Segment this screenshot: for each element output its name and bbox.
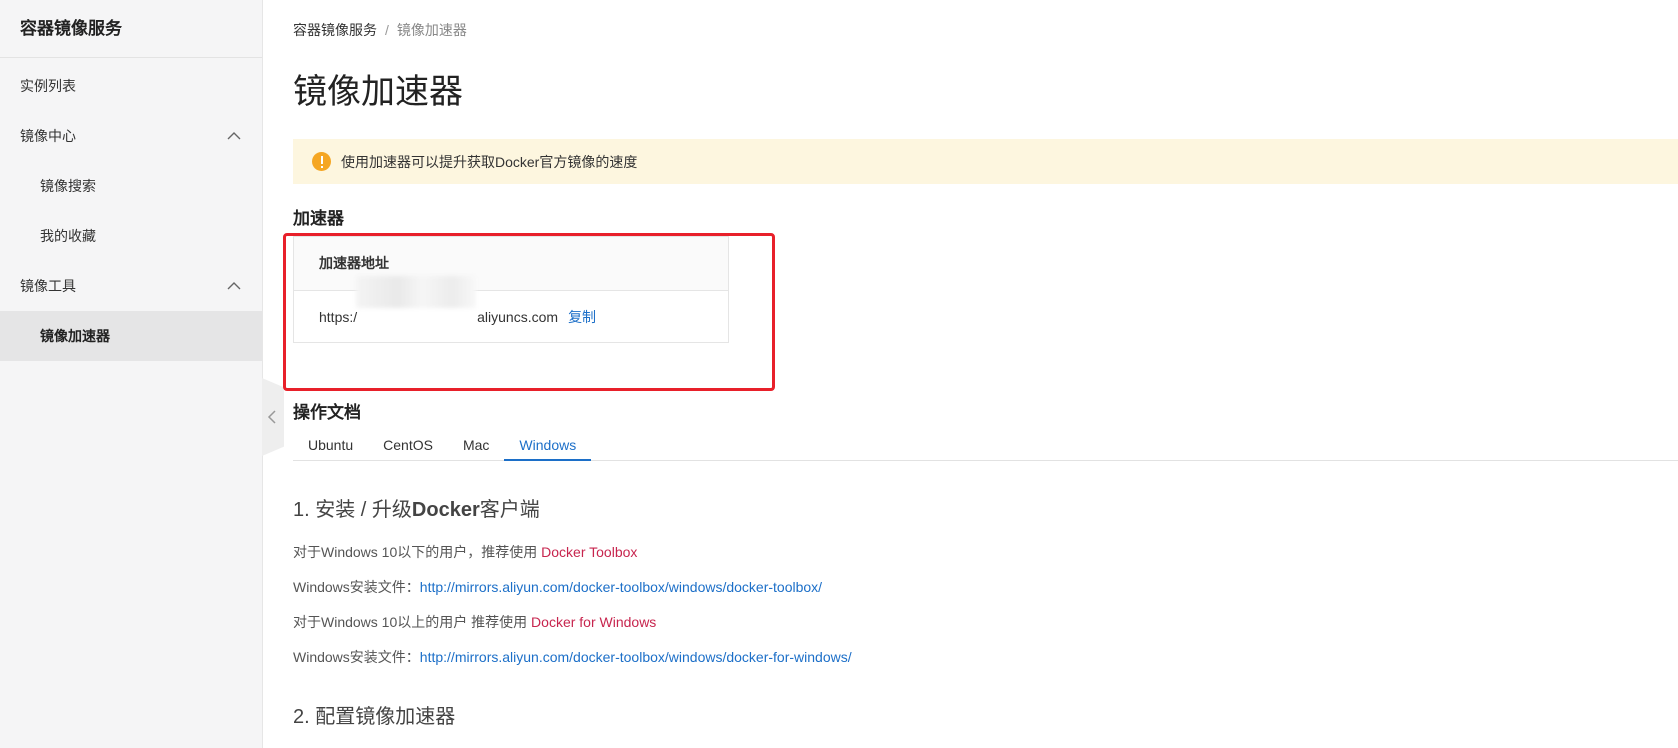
step1-text-b: Docker — [411, 499, 480, 521]
chevron-up-icon — [227, 282, 241, 290]
tab-ubuntu[interactable]: Ubuntu — [293, 430, 368, 461]
doc-line-text: Windows安装文件： — [293, 649, 420, 665]
tab-mac[interactable]: Mac — [448, 430, 504, 461]
accelerator-url-suffix: aliyuncs.com — [477, 309, 559, 325]
breadcrumb-root[interactable]: 容器镜像服务 — [293, 22, 377, 38]
sidebar-item-label: 实例列表 — [20, 78, 76, 94]
copy-button[interactable]: 复制 — [568, 309, 596, 325]
step1-heading: 1. 安装 / 升级Docker客户端 — [293, 493, 540, 522]
step1-number: 1. — [293, 499, 316, 521]
alert-text: 使用加速器可以提升获取Docker官方镜像的速度 — [341, 153, 638, 170]
tab-windows[interactable]: Windows — [504, 430, 592, 461]
sidebar-item-label: 镜像工具 — [20, 278, 76, 294]
tab-centos[interactable]: CentOS — [368, 430, 448, 461]
doc-line-text: 对于Windows 10以下的用户，推荐使用 — [293, 544, 542, 560]
docs-section-title: 操作文档 — [293, 403, 361, 422]
accelerator-url: https:/ aliyuncs.com — [319, 276, 559, 344]
breadcrumb-current: 镜像加速器 — [396, 22, 467, 38]
sidebar-item-image-search[interactable]: 镜像搜索 — [0, 161, 262, 211]
sidebar-item-image-tools[interactable]: 镜像工具 — [0, 261, 262, 311]
docs-tabs: Ubuntu CentOS Mac Windows — [293, 430, 1678, 461]
sidebar-item-my-favorites[interactable]: 我的收藏 — [0, 211, 262, 261]
redaction-mask — [356, 276, 476, 308]
accelerator-section-title: 加速器 — [293, 209, 344, 228]
doc-line: 对于Windows 10以下的用户，推荐使用 Docker Toolbox — [293, 542, 637, 562]
doc-line: Windows安装文件：http://mirrors.aliyun.com/do… — [293, 577, 822, 597]
breadcrumb: 容器镜像服务 / 镜像加速器 — [293, 20, 467, 40]
sidebar-item-image-accelerator[interactable]: 镜像加速器 — [0, 311, 262, 361]
sidebar-item-label: 镜像中心 — [20, 128, 76, 144]
main-content: 容器镜像服务 / 镜像加速器 镜像加速器 使用加速器可以提升获取Docker官方镜像… — [283, 0, 1678, 748]
sidebar-item-label: 我的收藏 — [40, 228, 96, 244]
sidebar-item-instance-list[interactable]: 实例列表 — [0, 61, 262, 111]
info-alert: 使用加速器可以提升获取Docker官方镜像的速度 — [293, 139, 1678, 184]
sidebar-collapse-handle[interactable] — [262, 378, 284, 456]
step2-number: 2. — [293, 706, 316, 728]
accelerator-url-prefix: https:/ — [319, 309, 358, 325]
warning-icon — [312, 152, 331, 171]
doc-line: Windows安装文件：http://mirrors.aliyun.com/do… — [293, 647, 852, 667]
step2-heading: 2. 配置镜像加速器 — [293, 700, 455, 729]
chevron-up-icon — [227, 132, 241, 140]
sidebar: 容器镜像服务 实例列表 镜像中心 镜像搜索 我的收藏 镜像工具 镜像加速器 — [0, 0, 263, 748]
step2-text: 配置镜像加速器 — [315, 706, 456, 728]
chevron-left-icon — [267, 410, 276, 424]
sidebar-item-image-center[interactable]: 镜像中心 — [0, 111, 262, 161]
docker-for-windows-download-link[interactable]: http://mirrors.aliyun.com/docker-toolbox… — [420, 649, 852, 665]
doc-line-text: Windows安装文件： — [293, 579, 420, 595]
sidebar-item-label: 镜像加速器 — [40, 328, 110, 344]
docker-for-windows-link[interactable]: Docker for Windows — [531, 614, 656, 630]
breadcrumb-separator: / — [385, 22, 389, 38]
page-title: 镜像加速器 — [293, 73, 463, 111]
doc-line: 对于Windows 10以上的用户 推荐使用 Docker for Window… — [293, 612, 656, 632]
accelerator-table: 加速器地址 https:/aliyuncs.com 复制 — [293, 236, 729, 343]
step1-text-c: 客户端 — [479, 499, 540, 521]
docker-toolbox-download-link[interactable]: http://mirrors.aliyun.com/docker-toolbox… — [420, 579, 822, 595]
sidebar-title: 容器镜像服务 — [0, 0, 262, 58]
sidebar-item-label: 镜像搜索 — [40, 178, 96, 194]
docker-toolbox-link[interactable]: Docker Toolbox — [541, 544, 637, 560]
step1-text-a: 安装 / 升级 — [315, 499, 412, 521]
doc-line-text: 对于Windows 10以上的用户 推荐使用 — [293, 614, 532, 630]
accelerator-row: https:/ aliyuncs.com 复制 — [294, 276, 728, 344]
